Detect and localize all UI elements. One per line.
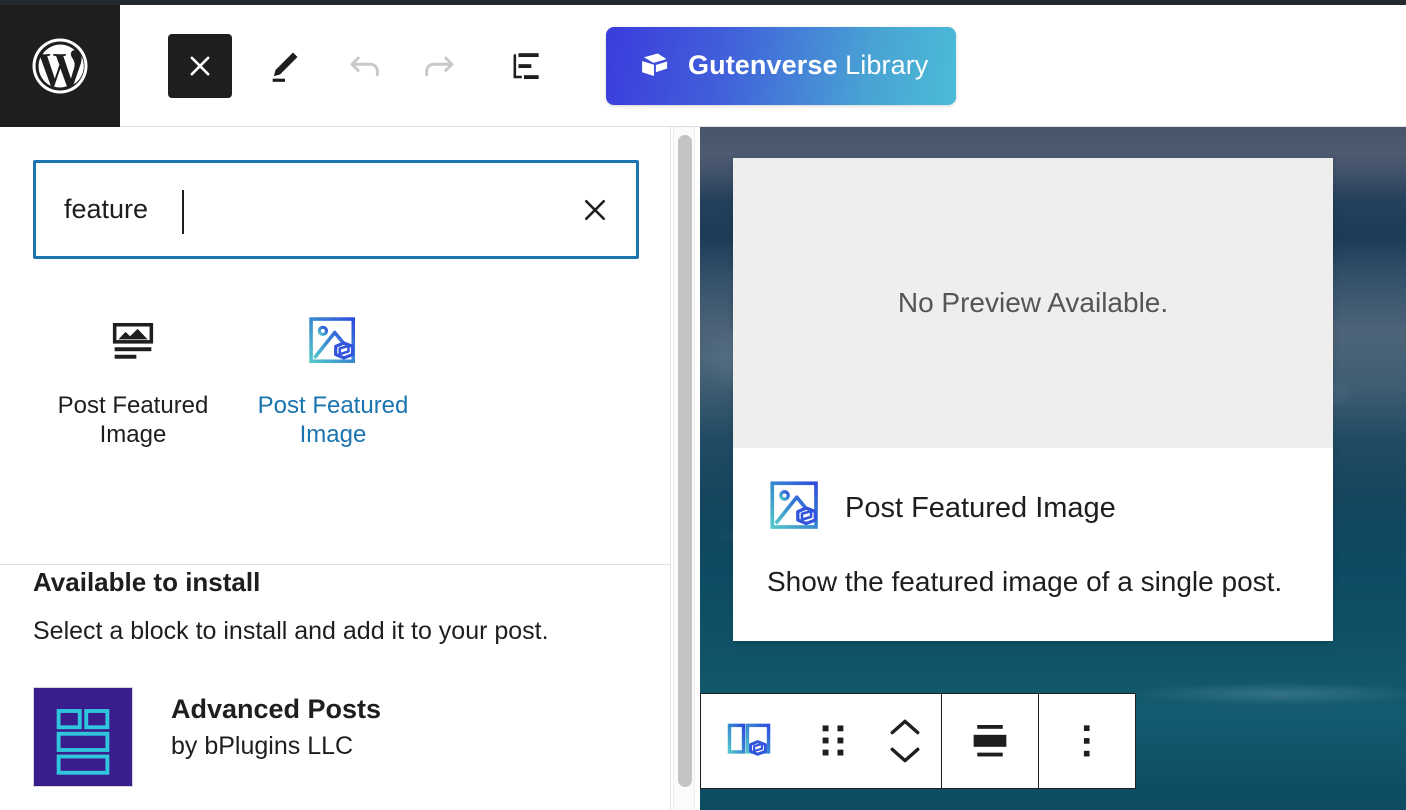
drag-handle-button[interactable]	[797, 694, 869, 788]
block-preview-card: No Preview Available. Post Featured Imag…	[733, 158, 1333, 641]
close-x-icon	[190, 56, 210, 75]
preview-block-description: Show the featured image of a single post…	[767, 566, 1283, 597]
gutenverse-featured-image-icon	[767, 478, 823, 539]
redo-button[interactable]	[406, 34, 470, 98]
preview-block-title: Post Featured Image	[845, 492, 1116, 524]
available-to-install-subtitle: Select a block to install and add it to …	[33, 617, 549, 645]
plugin-name: Advanced Posts	[171, 694, 382, 724]
gutenverse-columns-icon	[727, 723, 771, 756]
block-result-label: Post Featured Image	[257, 392, 409, 448]
text-caret	[182, 190, 184, 234]
plugin-list-item[interactable]: Advanced Posts by bPlugins LLC	[33, 687, 637, 787]
list-view-button[interactable]	[492, 34, 556, 98]
move-block-button[interactable]	[869, 694, 941, 788]
block-result-label: Post Featured Image	[57, 392, 209, 448]
search-input[interactable]	[36, 163, 636, 256]
preview-placeholder: No Preview Available.	[733, 158, 1333, 448]
plugin-author: by bPlugins LLC	[171, 732, 354, 760]
block-inserter-panel: Post Featured Image	[0, 127, 671, 810]
align-center-icon	[973, 725, 1007, 757]
more-vertical-icon	[1083, 725, 1090, 757]
edit-mode-button[interactable]	[252, 34, 316, 98]
header-toolbar: Gutenverse Library	[120, 5, 957, 127]
gutenverse-featured-image-icon	[306, 313, 360, 369]
editor-canvas: No Preview Available. Post Featured Imag…	[700, 127, 1406, 810]
scrollbar-thumb[interactable]	[678, 135, 692, 787]
gutenverse-library-button[interactable]: Gutenverse Library	[606, 26, 957, 105]
inserter-scrollbar[interactable]	[673, 127, 695, 810]
block-result-item[interactable]: Post Featured Image	[33, 305, 233, 449]
editor-root: Gutenverse Library feature Post Featured…	[0, 0, 1406, 810]
block-toolbar	[700, 693, 1136, 789]
list-view-icon	[513, 52, 539, 79]
search-box[interactable]	[33, 160, 639, 259]
block-toolbar-group-main	[701, 694, 942, 788]
preview-header: Post Featured Image	[767, 478, 1299, 539]
editor-header: Gutenverse Library	[0, 4, 1406, 127]
no-preview-text: No Preview Available.	[897, 287, 1169, 318]
chevron-down-icon	[890, 747, 920, 763]
redo-arrow-icon	[425, 56, 454, 76]
section-divider	[0, 564, 670, 565]
pencil-icon	[272, 52, 298, 82]
close-inserter-button[interactable]	[168, 33, 232, 98]
undo-button[interactable]	[334, 34, 398, 98]
block-toolbar-group-options	[1039, 694, 1135, 788]
drag-dots-icon	[822, 725, 844, 756]
search-area	[0, 127, 670, 259]
wordpress-logo	[0, 4, 120, 127]
available-to-install-heading: Available to install	[33, 567, 261, 597]
plugin-meta: Advanced Posts by bPlugins LLC	[171, 687, 381, 765]
advanced-posts-plugin-icon	[33, 687, 133, 787]
gutenverse-library-label: Gutenverse Library	[688, 50, 929, 80]
clear-search-button[interactable]	[572, 187, 618, 233]
block-toolbar-group-align	[942, 694, 1039, 788]
undo-arrow-icon	[350, 56, 379, 76]
block-options-button[interactable]	[1039, 694, 1135, 788]
block-results-grid: Post Featured Image Post Featured Image	[33, 259, 670, 449]
align-block-button[interactable]	[942, 694, 1038, 788]
block-result-item[interactable]: Post Featured Image	[233, 305, 433, 449]
block-type-button[interactable]	[701, 694, 797, 788]
close-x-icon	[584, 199, 606, 220]
chevron-up-icon	[890, 719, 920, 735]
gutenverse-logo-icon	[642, 53, 668, 76]
preview-info: Post Featured Image Show the featured im…	[733, 448, 1333, 641]
post-featured-image-icon	[108, 313, 158, 369]
